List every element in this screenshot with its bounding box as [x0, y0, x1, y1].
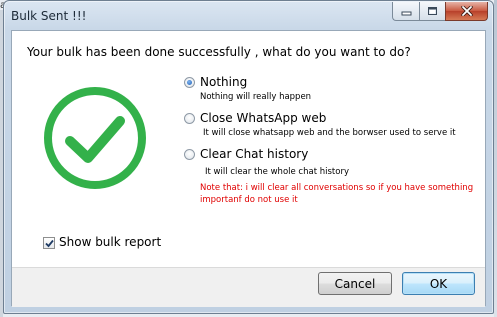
checkmark-icon: [45, 239, 54, 248]
option-clear-chat-description: It will clear the whole chat history: [205, 167, 349, 177]
option-nothing-description: Nothing will really happen: [200, 92, 312, 102]
option-clear-chat-warning: Note that: i will clear all conversation…: [200, 183, 474, 205]
close-icon: [460, 6, 473, 16]
radio-close-whatsapp[interactable]: [184, 113, 195, 124]
radio-nothing[interactable]: [184, 77, 195, 88]
ok-button[interactable]: OK: [402, 272, 475, 295]
show-report-label[interactable]: Show bulk report: [59, 235, 161, 249]
window-title: Bulk Sent !!!: [11, 9, 87, 23]
dialog-question: Your bulk has been done successfully , w…: [27, 45, 411, 59]
close-button[interactable]: [445, 2, 488, 21]
success-check-icon: [42, 85, 148, 195]
dialog-main-panel: Your bulk has been done successfully , w…: [12, 31, 485, 267]
option-clear-chat-label[interactable]: Clear Chat history: [200, 147, 308, 161]
title-bar[interactable]: Bulk Sent !!!: [4, 1, 493, 31]
dialog-client-area: Your bulk has been done successfully , w…: [11, 30, 486, 307]
show-report-checkbox[interactable]: [43, 237, 55, 249]
maximize-button[interactable]: [419, 2, 445, 21]
bulk-sent-dialog: Bulk Sent !!! Your bulk has been done su…: [3, 0, 494, 314]
option-close-whatsapp-description: It will close whatsapp web and the borws…: [203, 128, 456, 138]
minimize-icon: [401, 11, 411, 15]
radio-clear-chat[interactable]: [184, 149, 195, 160]
maximize-icon: [428, 7, 437, 15]
cancel-button[interactable]: Cancel: [318, 272, 392, 295]
caption-buttons: [392, 2, 488, 22]
option-nothing-label[interactable]: Nothing: [200, 75, 247, 89]
option-close-whatsapp-label[interactable]: Close WhatsApp web: [200, 111, 326, 125]
minimize-button[interactable]: [392, 2, 419, 21]
